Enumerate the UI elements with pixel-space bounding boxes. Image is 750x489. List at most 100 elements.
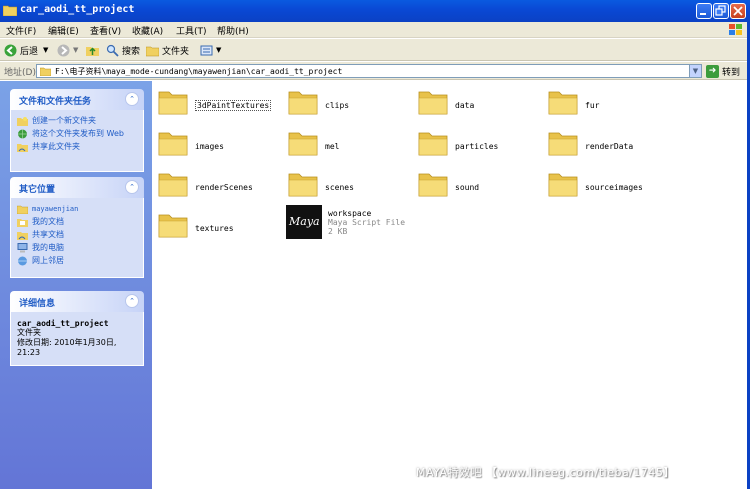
file-size: 2 KB bbox=[328, 227, 348, 236]
task-pane: 文件和文件夹任务 ⌃ 创建一个新文件夹 将这个文件夹发布到 Web 共享此文件夹… bbox=[0, 81, 152, 489]
place-shared-documents[interactable]: 共享文档 bbox=[17, 230, 137, 240]
file-item-folder[interactable]: textures bbox=[158, 210, 278, 244]
file-name: sound bbox=[455, 183, 480, 192]
folder-icon bbox=[418, 173, 448, 197]
file-item-folder[interactable]: mel bbox=[288, 128, 408, 162]
place-my-documents[interactable]: 我的文档 bbox=[17, 217, 137, 227]
folder-icon bbox=[418, 132, 448, 156]
file-item-folder[interactable]: 3dPaintTextures bbox=[158, 87, 278, 121]
file-item-folder[interactable]: data bbox=[418, 87, 538, 121]
file-item-workspace[interactable]: Maya workspace Maya Script File 2 KB bbox=[286, 205, 446, 241]
details-modified: 修改日期: 2010年1月30日, 21:23 bbox=[17, 338, 117, 357]
views-icon bbox=[200, 45, 213, 55]
folder-icon bbox=[158, 91, 188, 115]
file-name: workspace bbox=[328, 209, 372, 218]
file-tasks-panel: 文件和文件夹任务 ⌃ 创建一个新文件夹 将这个文件夹发布到 Web 共享此文件夹 bbox=[10, 89, 144, 172]
task-share-folder[interactable]: 共享此文件夹 bbox=[17, 142, 137, 152]
maya-icon-text: Maya bbox=[289, 215, 320, 228]
file-name: renderScenes bbox=[195, 183, 253, 192]
forward-button[interactable]: ▼ bbox=[57, 42, 78, 58]
address-path: F:\电子资料\maya_mode-cundang\mayawenjian\ca… bbox=[55, 67, 343, 76]
search-icon bbox=[106, 44, 119, 57]
folder-icon bbox=[548, 91, 578, 115]
file-name: data bbox=[455, 101, 475, 110]
watermark: MAYA特效吧 【www.lineeg.com/tieba/1745】 bbox=[416, 466, 675, 479]
file-name: clips bbox=[325, 101, 350, 110]
file-name: renderData bbox=[585, 142, 634, 151]
details-type: 文件夹 bbox=[17, 328, 41, 337]
folder-icon bbox=[158, 173, 188, 197]
minimize-button[interactable] bbox=[696, 3, 712, 19]
menu-favorites[interactable]: 收藏(A) bbox=[132, 24, 163, 37]
minimize-icon bbox=[700, 13, 706, 15]
globe-icon bbox=[18, 129, 27, 139]
file-name: scenes bbox=[325, 183, 354, 192]
maximize-button[interactable] bbox=[713, 3, 729, 19]
place-mayawenjian[interactable]: mayawenjian bbox=[17, 204, 137, 214]
menu-view[interactable]: 查看(V) bbox=[90, 24, 121, 37]
maya-file-icon: Maya bbox=[286, 205, 322, 239]
file-item-folder[interactable]: sourceimages bbox=[548, 169, 668, 203]
details-header[interactable]: 详细信息 ⌃ bbox=[10, 291, 144, 312]
file-type: Maya Script File bbox=[328, 218, 406, 227]
place-label: 我的文档 bbox=[32, 217, 64, 226]
place-my-computer[interactable]: 我的电脑 bbox=[17, 243, 137, 253]
title-bar[interactable]: car_aodi_tt_project bbox=[0, 0, 750, 22]
task-new-folder[interactable]: 创建一个新文件夹 bbox=[17, 116, 137, 126]
file-list[interactable]: 3dPaintTextures clips data fur images mel part… bbox=[152, 81, 750, 489]
place-network[interactable]: 网上邻居 bbox=[17, 256, 137, 266]
documents-folder-icon bbox=[17, 219, 28, 227]
file-item-folder[interactable]: clips bbox=[288, 87, 408, 121]
other-places-header[interactable]: 其它位置 ⌃ bbox=[10, 177, 144, 198]
views-button[interactable]: ▼ bbox=[200, 42, 221, 58]
file-item-folder[interactable]: sound bbox=[418, 169, 538, 203]
file-item-folder[interactable]: fur bbox=[548, 87, 668, 121]
share-folder-icon bbox=[17, 144, 28, 152]
collapse-icon[interactable]: ⌃ bbox=[125, 180, 139, 194]
file-tasks-header[interactable]: 文件和文件夹任务 ⌃ bbox=[10, 89, 144, 110]
task-label: 创建一个新文件夹 bbox=[32, 116, 96, 125]
forward-arrow-icon bbox=[57, 44, 70, 56]
menu-tools[interactable]: 工具(T) bbox=[176, 24, 207, 37]
menu-file[interactable]: 文件(F) bbox=[6, 24, 36, 37]
back-arrow-icon bbox=[4, 44, 17, 56]
address-dropdown-icon[interactable]: ▼ bbox=[689, 65, 701, 77]
menu-help[interactable]: 帮助(H) bbox=[217, 24, 249, 37]
folder-icon bbox=[288, 91, 318, 115]
collapse-icon[interactable]: ⌃ bbox=[125, 294, 139, 308]
folder-icon bbox=[418, 91, 448, 115]
address-bar: 地址(D) F:\电子资料\maya_mode-cundang\mayawenj… bbox=[0, 62, 750, 80]
folder-icon bbox=[548, 132, 578, 156]
place-label: 我的电脑 bbox=[32, 243, 64, 252]
file-item-folder[interactable]: renderData bbox=[548, 128, 668, 162]
restore-icon bbox=[715, 5, 726, 16]
file-item-folder[interactable]: images bbox=[158, 128, 278, 162]
toolbar: 后退 ▼ ▼ 搜索 文件夹 ▼ bbox=[0, 39, 750, 61]
file-item-folder[interactable]: particles bbox=[418, 128, 538, 162]
other-places-panel: 其它位置 ⌃ mayawenjian 我的文档 共享文档 我的电脑 网上邻居 bbox=[10, 177, 144, 278]
network-icon bbox=[18, 256, 27, 266]
address-input[interactable]: F:\电子资料\maya_mode-cundang\mayawenjian\ca… bbox=[36, 64, 702, 78]
place-label: 共享文档 bbox=[32, 230, 64, 239]
shared-folder-icon bbox=[17, 232, 28, 240]
address-label: 地址(D) bbox=[4, 68, 36, 78]
menu-edit[interactable]: 编辑(E) bbox=[48, 24, 79, 37]
chevron-down-icon[interactable]: ▼ bbox=[73, 46, 78, 54]
file-name: 3dPaintTextures bbox=[195, 100, 272, 111]
close-icon bbox=[733, 6, 743, 16]
up-folder-button[interactable] bbox=[86, 42, 102, 58]
task-publish-web[interactable]: 将这个文件夹发布到 Web bbox=[17, 129, 137, 139]
file-item-folder[interactable]: scenes bbox=[288, 169, 408, 203]
task-label: 共享此文件夹 bbox=[32, 142, 80, 151]
go-button[interactable]: ➜ 转到 bbox=[706, 64, 740, 78]
chevron-down-icon[interactable]: ▼ bbox=[216, 46, 221, 54]
chevron-down-icon[interactable]: ▼ bbox=[43, 46, 48, 54]
folder-icon bbox=[17, 205, 28, 214]
collapse-icon[interactable]: ⌃ bbox=[125, 92, 139, 106]
file-name: images bbox=[195, 142, 224, 151]
file-item-folder[interactable]: renderScenes bbox=[158, 169, 278, 203]
search-button[interactable]: 搜索 bbox=[106, 42, 140, 58]
folders-button[interactable]: 文件夹 bbox=[146, 42, 189, 58]
close-button[interactable] bbox=[730, 3, 746, 19]
back-button[interactable]: 后退 ▼ bbox=[4, 42, 48, 58]
